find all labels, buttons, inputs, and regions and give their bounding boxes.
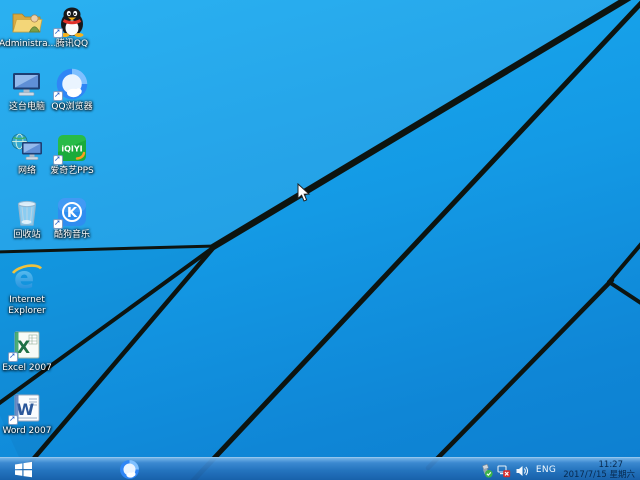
- volume-icon[interactable]: [515, 463, 529, 477]
- svg-text:X: X: [17, 338, 30, 358]
- icon-label: 腾讯QQ: [44, 39, 100, 50]
- windows-logo-icon: [14, 461, 33, 478]
- icon-label: Excel 2007: [0, 363, 55, 374]
- kugou-music-icon: K ➚: [55, 196, 89, 228]
- network-icon: [10, 132, 44, 164]
- desktop-icon-internet-explorer[interactable]: e Internet Explorer: [0, 261, 55, 317]
- desktop-icon-excel-2007[interactable]: X ➚ Excel 2007: [0, 329, 55, 374]
- iqiyi-logo-text: iQIYI: [61, 145, 82, 154]
- start-button[interactable]: [10, 460, 36, 479]
- network-error-icon[interactable]: [497, 463, 511, 477]
- svg-text:W: W: [17, 400, 35, 419]
- desktop-icon-word-2007[interactable]: W ➚ Word 2007: [0, 392, 55, 437]
- desktop-icon-kugou-music[interactable]: K ➚ 酷狗音乐: [44, 196, 100, 241]
- system-tray: ENG 11:27 2017/7/15 星期六: [479, 458, 638, 480]
- desktop-icon-qq-browser[interactable]: ➚ QQ浏览器: [44, 68, 100, 113]
- iqiyi-pps-icon: iQIYI ➚: [55, 132, 89, 164]
- shortcut-arrow-badge: ➚: [53, 91, 63, 101]
- svg-text:K: K: [67, 206, 78, 221]
- desktop-icon-iqiyi-pps[interactable]: iQIYI ➚ 爱奇艺PPS: [44, 132, 100, 177]
- desktop-icon-tencent-qq[interactable]: ➚ 腾讯QQ: [44, 5, 100, 50]
- language-indicator[interactable]: ENG: [533, 465, 559, 475]
- desktop: Administra... 这台电脑: [0, 0, 640, 480]
- icon-label: QQ浏览器: [44, 102, 100, 113]
- icon-label: 爱奇艺PPS: [44, 166, 100, 177]
- user-folder-icon: [10, 5, 44, 37]
- usb-safely-remove-icon[interactable]: [479, 463, 493, 477]
- word-icon: W ➚: [10, 392, 44, 424]
- taskbar-clock[interactable]: 11:27 2017/7/15 星期六: [563, 460, 638, 480]
- shortcut-arrow-badge: ➚: [8, 415, 18, 425]
- icon-label: 酷狗音乐: [44, 230, 100, 241]
- shortcut-arrow-badge: ➚: [53, 28, 63, 38]
- taskbar: ENG 11:27 2017/7/15 星期六: [0, 457, 640, 480]
- qq-browser-icon: [119, 459, 140, 480]
- qq-browser-icon: ➚: [55, 68, 89, 100]
- internet-explorer-icon: e: [10, 261, 44, 293]
- clock-date: 2017/7/15 星期六: [563, 470, 635, 480]
- excel-icon: X ➚: [10, 329, 44, 361]
- shortcut-arrow-badge: ➚: [8, 352, 18, 362]
- shortcut-arrow-badge: ➚: [53, 219, 63, 229]
- icon-label: Internet Explorer: [0, 295, 55, 317]
- qq-penguin-icon: ➚: [55, 5, 89, 37]
- recycle-bin-icon: [10, 196, 44, 228]
- mouse-cursor: [297, 183, 311, 207]
- this-pc-icon: [10, 68, 44, 100]
- taskbar-qq-browser-button[interactable]: [116, 458, 142, 480]
- icon-label: Word 2007: [0, 426, 55, 437]
- clock-time: 11:27: [599, 460, 624, 470]
- shortcut-arrow-badge: ➚: [53, 155, 63, 165]
